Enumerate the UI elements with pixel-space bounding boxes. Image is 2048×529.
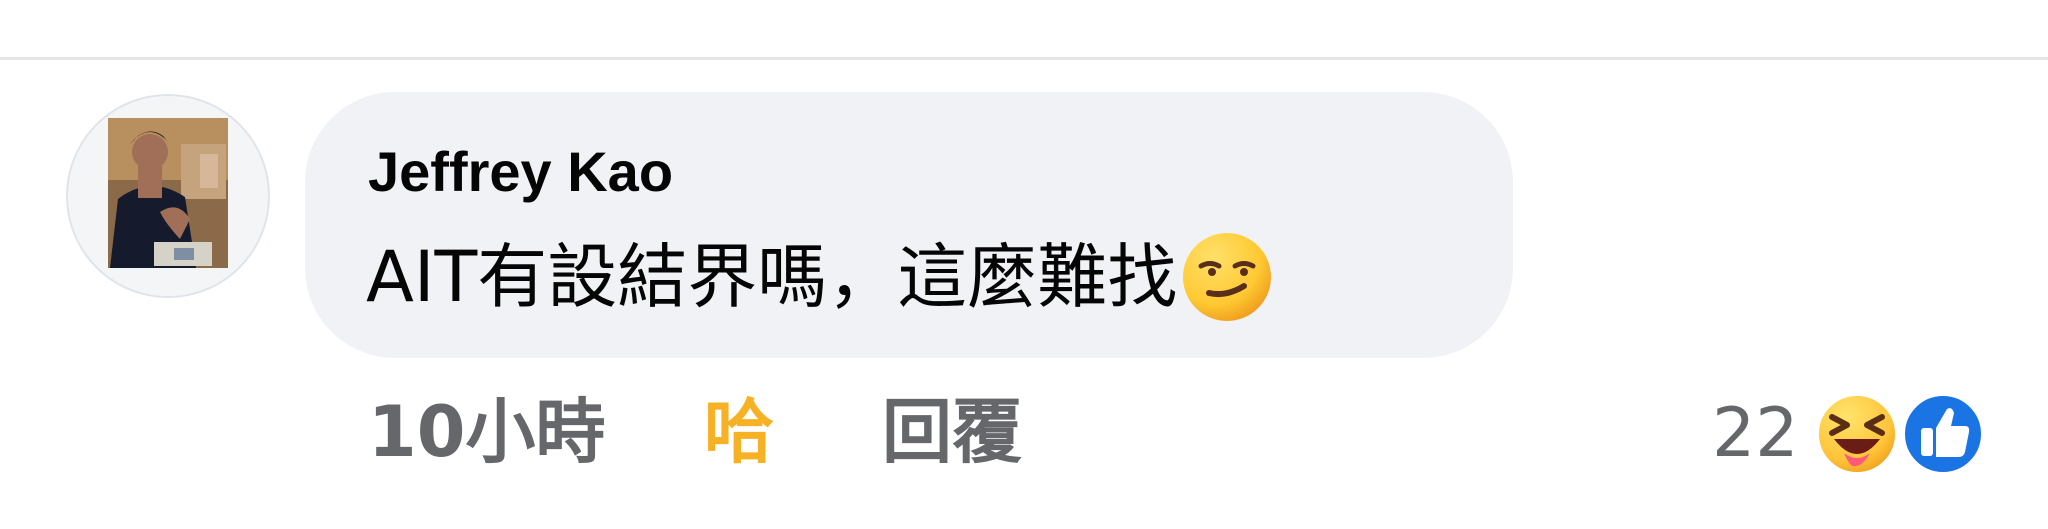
reaction-icons [1813, 390, 1987, 478]
like-reaction-icon [1900, 392, 1985, 476]
avatar[interactable] [66, 94, 270, 298]
reaction-summary[interactable]: 22 [1712, 384, 1987, 484]
comment-timestamp[interactable]: 10小時 [368, 382, 605, 482]
reply-button[interactable]: 回覆 [882, 382, 1022, 482]
smirking-face-icon [1183, 233, 1272, 321]
comment-body: AIT有設結界嗎，這麼難找 [366, 232, 1275, 322]
comment-screen: Jeffrey Kao AIT有設結界嗎，這麼難找 10小時 哈 回覆 22 [0, 0, 2048, 529]
divider [0, 57, 2048, 60]
comment-text: AIT有設結界嗎，這麼難找 [366, 236, 1178, 318]
haha-reaction-link[interactable]: 哈 [704, 382, 774, 482]
reaction-count: 22 [1712, 394, 1799, 473]
author-name[interactable]: Jeffrey Kao [368, 138, 673, 206]
haha-reaction-icon [1814, 392, 1899, 476]
avatar-photo [68, 96, 268, 296]
